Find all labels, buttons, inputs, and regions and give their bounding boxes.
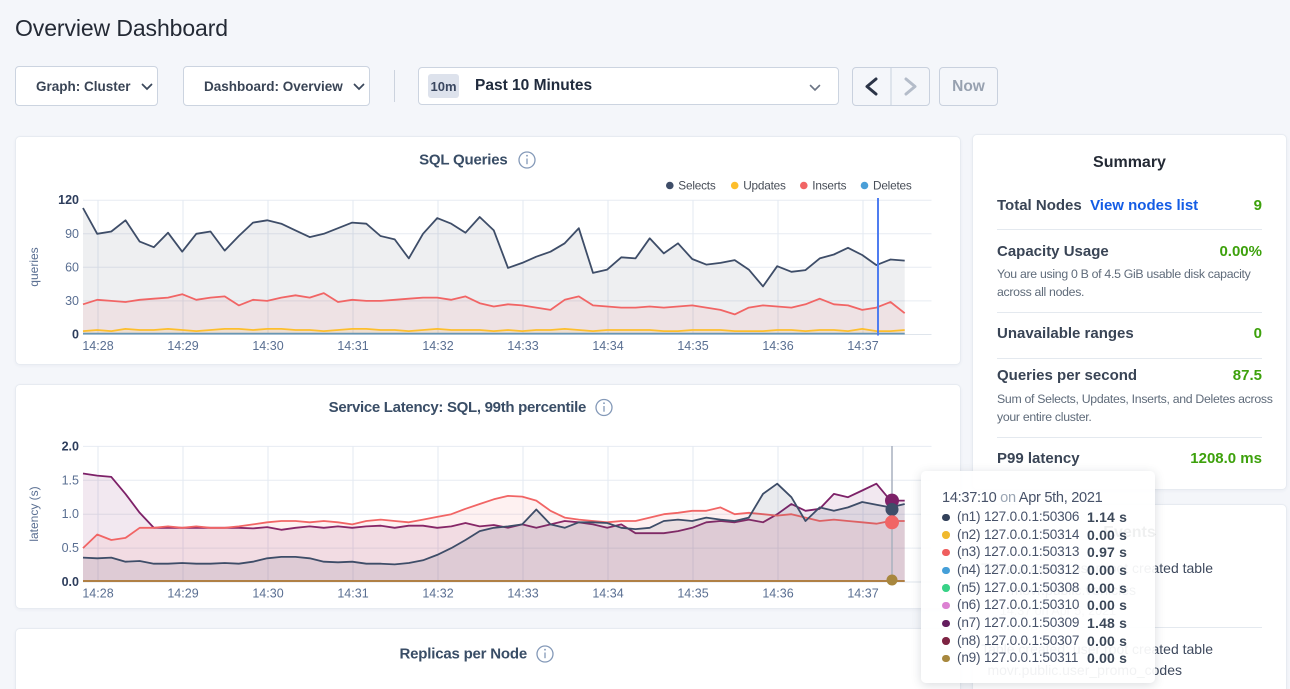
svg-text:latency (s): latency (s) [27,486,41,541]
svg-text:Replicas per Node: Replicas per Node [400,646,527,663]
svg-text:14:36: 14:36 [762,339,793,353]
svg-text:14:31: 14:31 [337,587,368,601]
svg-text:90: 90 [65,227,79,241]
svg-text:14:30: 14:30 [252,339,283,353]
svg-text:14:32: 14:32 [422,587,453,601]
svg-text:Service Latency: SQL, 99th per: Service Latency: SQL, 99th percentile [329,399,586,416]
svg-text:Deletes: Deletes [873,179,912,193]
svg-text:14:33: 14:33 [507,587,538,601]
svg-text:120: 120 [58,193,79,207]
svg-text:14:35: 14:35 [677,587,708,601]
svg-text:60: 60 [65,260,79,274]
svg-text:14:36: 14:36 [762,587,793,601]
svg-text:14:30: 14:30 [252,587,283,601]
svg-text:14:34: 14:34 [592,339,623,353]
svg-text:14:37: 14:37 [847,339,878,353]
svg-text:0.0: 0.0 [62,575,79,589]
svg-text:2.0: 2.0 [62,439,79,453]
svg-text:1.5: 1.5 [62,473,79,487]
svg-text:SQL Queries: SQL Queries [419,152,507,169]
svg-text:14:35: 14:35 [677,339,708,353]
svg-text:Updates: Updates [743,179,786,193]
svg-text:1.0: 1.0 [62,507,79,521]
svg-text:0.5: 0.5 [62,541,79,555]
svg-text:14:31: 14:31 [337,339,368,353]
svg-text:Inserts: Inserts [812,179,846,193]
svg-text:14:32: 14:32 [422,339,453,353]
svg-text:14:37: 14:37 [847,587,878,601]
svg-text:14:28: 14:28 [82,587,113,601]
svg-text:30: 30 [65,294,79,308]
svg-text:0: 0 [72,328,79,342]
svg-text:14:29: 14:29 [167,339,198,353]
svg-text:14:34: 14:34 [592,587,623,601]
svg-text:queries: queries [27,247,41,286]
svg-text:Selects: Selects [678,179,716,193]
svg-text:14:33: 14:33 [507,339,538,353]
svg-text:14:28: 14:28 [82,339,113,353]
svg-text:14:29: 14:29 [167,587,198,601]
